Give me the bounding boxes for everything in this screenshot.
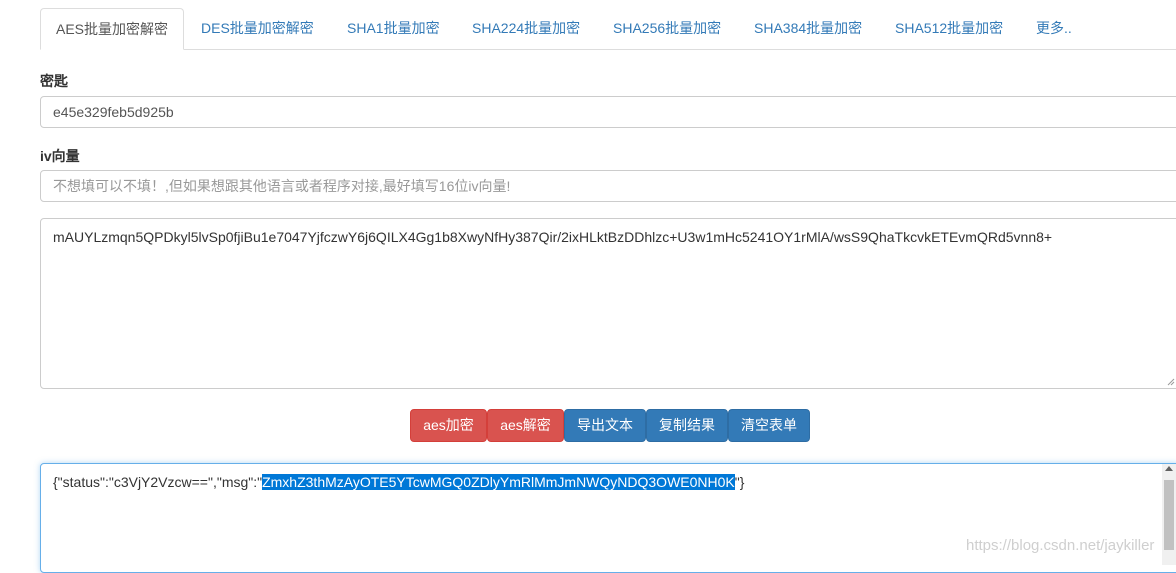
tab-des[interactable]: DES批量加密解密 — [186, 8, 329, 48]
scroll-up-icon[interactable] — [1165, 466, 1173, 471]
tab-sha512[interactable]: SHA512批量加密 — [880, 8, 1018, 48]
copy-result-button[interactable]: 复制结果 — [646, 409, 728, 442]
tab-aes[interactable]: AES批量加密解密 — [40, 8, 185, 50]
key-input[interactable]: e45e329feb5d925b — [40, 96, 1176, 128]
tab-sha1[interactable]: SHA1批量加密 — [332, 8, 455, 48]
output-suffix: "} — [734, 474, 745, 490]
resize-handle-icon[interactable] — [1167, 378, 1175, 386]
key-label: 密匙 — [40, 73, 68, 89]
output-prefix: {"status":"c3VjY2Vzcw==","msg":" — [53, 474, 263, 490]
tab-sha384[interactable]: SHA384批量加密 — [739, 8, 877, 48]
output-scrollbar[interactable] — [1162, 464, 1176, 565]
tab-more[interactable]: 更多.. — [1021, 8, 1087, 48]
export-text-button[interactable]: 导出文本 — [564, 409, 646, 442]
clear-form-button[interactable]: 清空表单 — [728, 409, 810, 442]
tab-bar: AES批量加密解密 DES批量加密解密 SHA1批量加密 SHA224批量加密 … — [40, 8, 1176, 50]
tab-sha256[interactable]: SHA256批量加密 — [598, 8, 736, 48]
output-selected-text[interactable]: ZmxhZ3thMzAyOTE5YTcwMGQ0ZDlyYmRlMmJmNWQy… — [262, 474, 735, 490]
iv-input[interactable]: 不想填可以不填！,但如果想跟其他语言或者程序对接,最好填写16位iv向量! — [40, 170, 1176, 202]
input-textarea[interactable]: mAUYLzmqn5QPDkyl5lvSp0fjiBu1e7047YjfczwY… — [40, 218, 1176, 389]
iv-label: iv向量 — [40, 148, 80, 164]
output-textarea[interactable]: {"status":"c3VjY2Vzcw==","msg":"ZmxhZ3th… — [40, 463, 1176, 573]
scroll-thumb[interactable] — [1164, 480, 1174, 550]
tab-sha224[interactable]: SHA224批量加密 — [457, 8, 595, 48]
watermark: https://blog.csdn.net/jaykiller — [966, 537, 1155, 554]
input-text: mAUYLzmqn5QPDkyl5lvSp0fjiBu1e7047YjfczwY… — [53, 229, 1053, 245]
aes-decrypt-button[interactable]: aes解密 — [487, 409, 564, 442]
aes-encrypt-button[interactable]: aes加密 — [410, 409, 487, 442]
